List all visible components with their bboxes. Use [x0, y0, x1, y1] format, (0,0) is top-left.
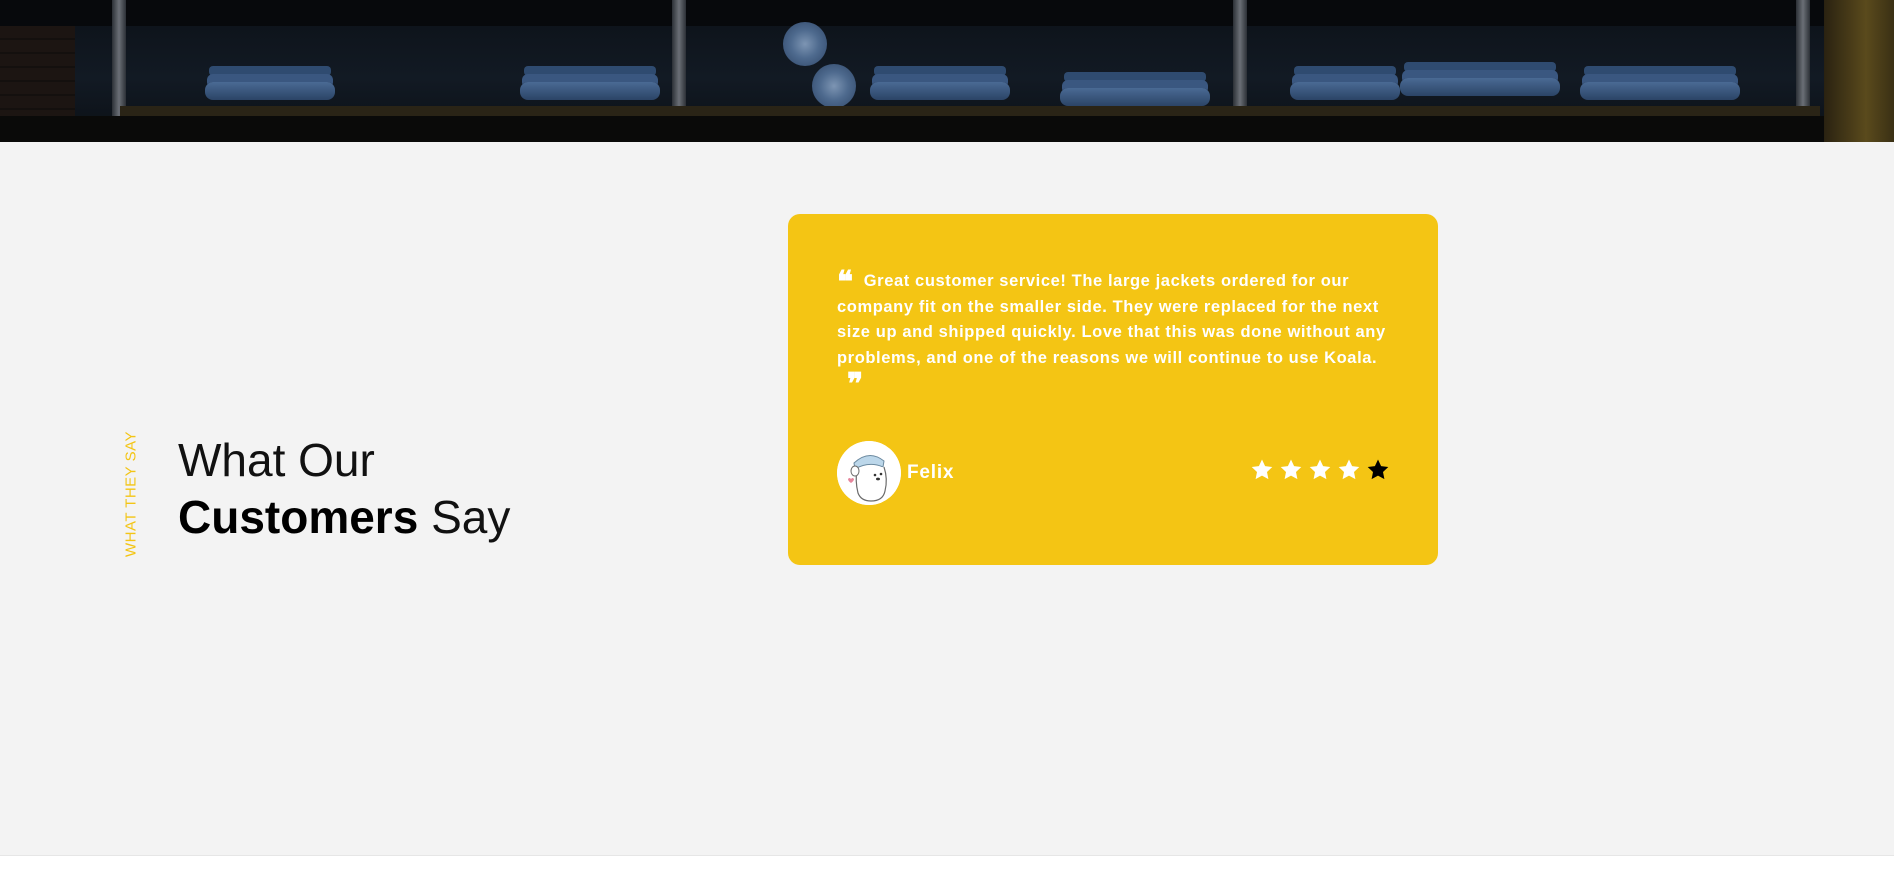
jeans-stack — [520, 82, 660, 100]
star-icon — [1280, 459, 1302, 480]
star-icon — [1338, 459, 1360, 480]
section-heading: What Our Customers Say — [178, 432, 510, 546]
star-icon — [1251, 459, 1273, 480]
jeans-stack — [870, 82, 1010, 100]
heading-tail: Say — [418, 491, 511, 543]
star-rating — [1250, 458, 1390, 482]
jeans-roll — [783, 22, 827, 66]
testimonial-card: ❝ Great customer service! The large jacke… — [788, 214, 1438, 565]
shelf-shadow — [0, 116, 1894, 142]
testimonial-quote: ❝ Great customer service! The large jacke… — [837, 265, 1397, 402]
eyebrow-label: WHAT THEY SAY — [122, 431, 140, 557]
koala-avatar-icon — [837, 441, 901, 505]
shelf-board — [120, 106, 1820, 116]
testimonial-text: Great customer service! The large jacket… — [837, 272, 1386, 367]
open-quote-icon: ❝ — [837, 265, 854, 300]
jeans-stack — [1580, 82, 1740, 100]
section-eyebrow: WHAT THEY SAY — [121, 428, 141, 560]
wood-frame — [1824, 0, 1894, 142]
jeans-stack — [1060, 88, 1210, 106]
shelf-top — [0, 0, 1894, 26]
heading-line1: What Our — [178, 434, 375, 486]
star-icon — [1367, 459, 1389, 480]
author-name: Felix — [907, 462, 955, 483]
close-quote-icon: ❞ — [847, 367, 864, 402]
testimonial-author: Felix — [837, 441, 954, 505]
hero-photo — [0, 0, 1894, 142]
jeans-stack — [1400, 78, 1560, 96]
next-section-edge — [0, 855, 1894, 886]
star-icon — [1309, 459, 1331, 480]
jeans-stack — [205, 82, 335, 100]
heading-bold: Customers — [178, 491, 419, 543]
jeans-stack — [1290, 82, 1400, 100]
jeans-roll — [812, 64, 856, 108]
